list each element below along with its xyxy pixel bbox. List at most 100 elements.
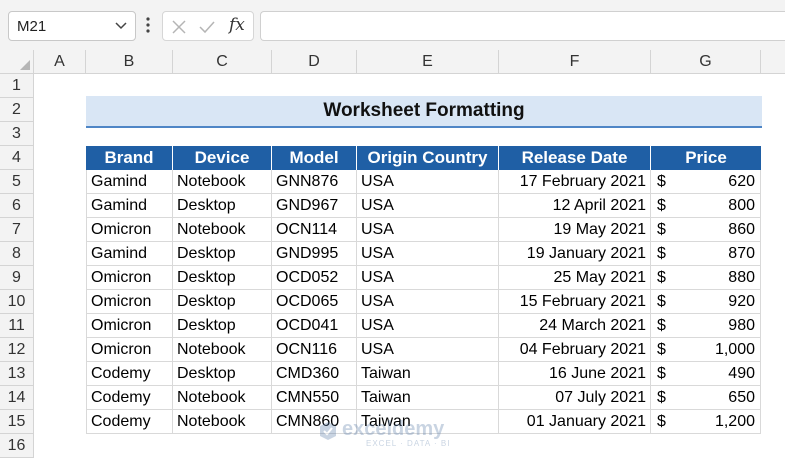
table-cell[interactable]: 24 March 2021 (499, 314, 651, 338)
price-cell[interactable]: $1,000 (651, 338, 761, 362)
table-cell[interactable]: 25 May 2021 (499, 266, 651, 290)
price-cell[interactable]: $490 (651, 362, 761, 386)
table-cell[interactable]: 01 January 2021 (499, 410, 651, 434)
fx-icon[interactable]: fx (229, 15, 245, 35)
table-cell[interactable]: 19 May 2021 (499, 218, 651, 242)
table-cell[interactable]: Omicron (86, 314, 173, 338)
table-cell[interactable]: 07 July 2021 (499, 386, 651, 410)
table-cell[interactable]: USA (357, 266, 499, 290)
table-cell[interactable]: OCD065 (272, 290, 357, 314)
checkmark-icon[interactable] (197, 17, 217, 37)
column-header-f[interactable]: F (499, 50, 651, 74)
worksheet-title[interactable]: Worksheet Formatting (86, 96, 762, 128)
table-cell[interactable]: OCN114 (272, 218, 357, 242)
row-header-7[interactable]: 7 (0, 218, 34, 242)
table-cell[interactable]: USA (357, 194, 499, 218)
table-cell[interactable]: CMD360 (272, 362, 357, 386)
price-cell[interactable]: $620 (651, 170, 761, 194)
column-header-b[interactable]: B (86, 50, 173, 74)
table-cell[interactable]: 15 February 2021 (499, 290, 651, 314)
table-cell[interactable]: USA (357, 242, 499, 266)
table-cell[interactable]: Codemy (86, 410, 173, 434)
table-header-cell[interactable]: Brand (86, 146, 173, 170)
table-cell[interactable]: Desktop (173, 242, 272, 266)
table-header-cell[interactable]: Device (173, 146, 272, 170)
row-header-14[interactable]: 14 (0, 386, 34, 410)
table-header-cell[interactable]: Release Date (499, 146, 651, 170)
formula-input[interactable] (260, 11, 785, 41)
table-header-cell[interactable]: Price (651, 146, 761, 170)
table-cell[interactable]: USA (357, 314, 499, 338)
name-box[interactable]: M21 (8, 11, 136, 41)
table-cell[interactable]: Omicron (86, 266, 173, 290)
table-cell[interactable]: Notebook (173, 218, 272, 242)
table-cell[interactable]: USA (357, 290, 499, 314)
table-cell[interactable]: 04 February 2021 (499, 338, 651, 362)
table-cell[interactable]: Omicron (86, 218, 173, 242)
table-cell[interactable]: CMN550 (272, 386, 357, 410)
vertical-dots-icon[interactable] (144, 14, 152, 36)
table-cell[interactable]: Gamind (86, 170, 173, 194)
row-header-1[interactable]: 1 (0, 74, 34, 98)
row-header-6[interactable]: 6 (0, 194, 34, 218)
table-cell[interactable]: Codemy (86, 386, 173, 410)
table-header-cell[interactable]: Model (272, 146, 357, 170)
row-header-10[interactable]: 10 (0, 290, 34, 314)
price-cell[interactable]: $880 (651, 266, 761, 290)
table-cell[interactable]: Desktop (173, 266, 272, 290)
row-header-3[interactable]: 3 (0, 122, 34, 146)
table-cell[interactable]: Codemy (86, 362, 173, 386)
column-header-a[interactable]: A (34, 50, 86, 74)
table-cell[interactable]: Gamind (86, 242, 173, 266)
table-cell[interactable]: USA (357, 218, 499, 242)
table-cell[interactable]: Desktop (173, 362, 272, 386)
table-cell[interactable]: USA (357, 338, 499, 362)
table-cell[interactable]: Notebook (173, 170, 272, 194)
table-cell[interactable]: Taiwan (357, 386, 499, 410)
table-cell[interactable]: 12 April 2021 (499, 194, 651, 218)
row-header-5[interactable]: 5 (0, 170, 34, 194)
select-all-corner[interactable] (0, 50, 34, 74)
table-cell[interactable]: Gamind (86, 194, 173, 218)
table-cell[interactable]: Taiwan (357, 362, 499, 386)
table-cell[interactable]: OCN116 (272, 338, 357, 362)
table-cell[interactable]: GND995 (272, 242, 357, 266)
table-cell[interactable]: Omicron (86, 338, 173, 362)
table-cell[interactable]: 19 January 2021 (499, 242, 651, 266)
column-header-e[interactable]: E (357, 50, 499, 74)
row-header-4[interactable]: 4 (0, 146, 34, 170)
column-header-d[interactable]: D (272, 50, 357, 74)
table-cell[interactable]: Notebook (173, 410, 272, 434)
table-cell[interactable]: 17 February 2021 (499, 170, 651, 194)
cancel-x-icon[interactable] (169, 17, 189, 37)
table-cell[interactable]: GND967 (272, 194, 357, 218)
column-header-g[interactable]: G (651, 50, 761, 74)
table-cell[interactable]: OCD041 (272, 314, 357, 338)
table-cell[interactable]: Notebook (173, 338, 272, 362)
table-cell[interactable]: Desktop (173, 194, 272, 218)
row-header-9[interactable]: 9 (0, 266, 34, 290)
row-header-15[interactable]: 15 (0, 410, 34, 434)
table-cell[interactable]: GNN876 (272, 170, 357, 194)
price-cell[interactable]: $650 (651, 386, 761, 410)
row-header-12[interactable]: 12 (0, 338, 34, 362)
row-header-16[interactable]: 16 (0, 434, 34, 458)
table-cell[interactable]: Notebook (173, 386, 272, 410)
row-header-11[interactable]: 11 (0, 314, 34, 338)
table-cell[interactable]: Desktop (173, 314, 272, 338)
price-cell[interactable]: $920 (651, 290, 761, 314)
chevron-down-icon[interactable] (114, 19, 128, 33)
row-header-2[interactable]: 2 (0, 98, 34, 122)
table-header-cell[interactable]: Origin Country (357, 146, 499, 170)
price-cell[interactable]: $860 (651, 218, 761, 242)
price-cell[interactable]: $870 (651, 242, 761, 266)
row-header-13[interactable]: 13 (0, 362, 34, 386)
table-cell[interactable]: Omicron (86, 290, 173, 314)
table-cell[interactable]: OCD052 (272, 266, 357, 290)
row-header-8[interactable]: 8 (0, 242, 34, 266)
price-cell[interactable]: $980 (651, 314, 761, 338)
price-cell[interactable]: $1,200 (651, 410, 761, 434)
price-cell[interactable]: $800 (651, 194, 761, 218)
column-header-c[interactable]: C (173, 50, 272, 74)
table-cell[interactable]: 16 June 2021 (499, 362, 651, 386)
